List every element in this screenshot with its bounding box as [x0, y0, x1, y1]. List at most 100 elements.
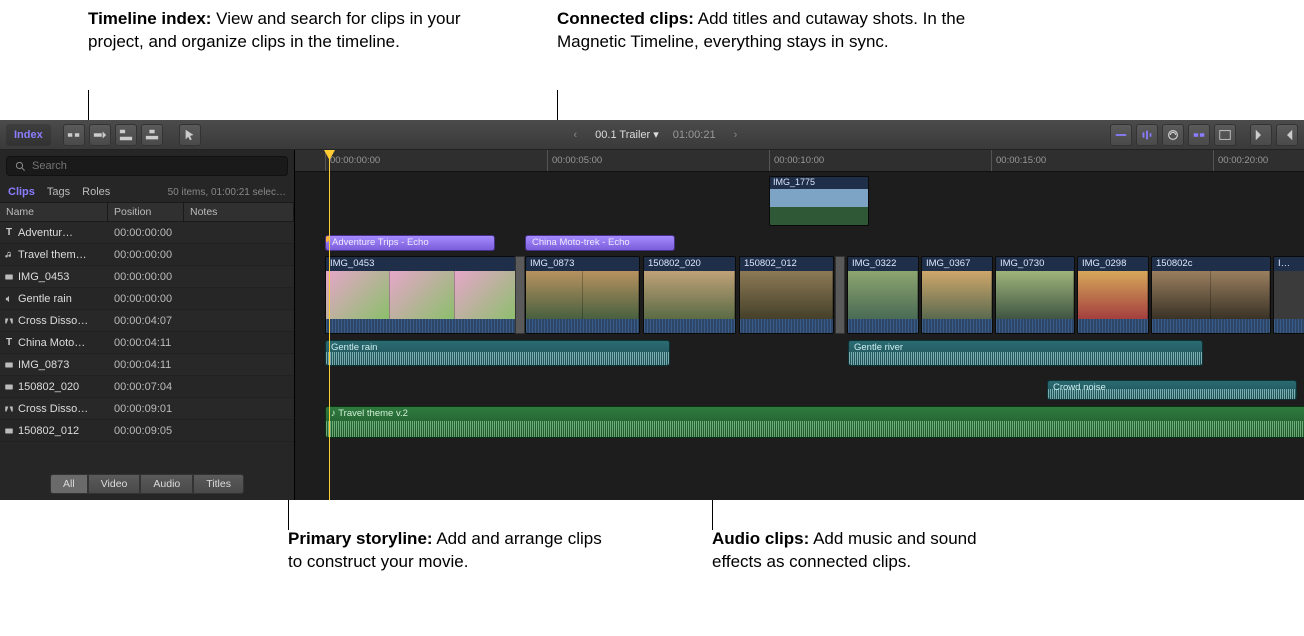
search-icon	[15, 161, 26, 172]
time-ruler[interactable]: 00:00:00:00 00:00:05:00 00:00:10:00 00:00:1…	[295, 150, 1304, 172]
index-row[interactable]: 150802_01200:00:09:05	[0, 420, 294, 442]
col-notes[interactable]: Notes	[184, 203, 294, 221]
row-name: Gentle rain	[18, 293, 108, 305]
audio-skimming-button[interactable]	[1136, 124, 1158, 146]
snapping-button[interactable]	[1188, 124, 1210, 146]
filter-all[interactable]: All	[50, 474, 88, 494]
clip-label: IMG_1775	[770, 177, 868, 189]
ruler-mark: 00:00:10:00	[769, 150, 824, 171]
filter-video[interactable]: Video	[88, 474, 141, 494]
row-icon: T	[0, 337, 18, 348]
primary-clip[interactable]: IMG_0453	[325, 256, 520, 334]
insert-button[interactable]	[63, 124, 85, 146]
primary-clip[interactable]: 150802_020	[643, 256, 736, 334]
row-name: IMG_0873	[18, 359, 108, 371]
next-edit-button[interactable]: ›	[730, 129, 742, 141]
select-tool-button[interactable]	[179, 124, 201, 146]
project-title[interactable]: 00.1 Trailer ▾	[595, 128, 659, 141]
primary-clip[interactable]: 150802_012	[739, 256, 834, 334]
clip-thumbnail	[740, 271, 833, 319]
ruler-mark: 00:00:05:00	[547, 150, 602, 171]
search-input[interactable]	[32, 160, 279, 172]
index-row[interactable]: Cross Disso…00:00:09:01	[0, 398, 294, 420]
index-row[interactable]: TChina Moto…00:00:04:11	[0, 332, 294, 354]
clip-waveform	[740, 319, 833, 333]
row-position: 00:00:00:00	[108, 227, 184, 239]
connect-button[interactable]	[141, 124, 163, 146]
index-row[interactable]: Gentle rain00:00:00:00	[0, 288, 294, 310]
playhead[interactable]	[329, 150, 330, 500]
mark-out-button[interactable]	[1276, 124, 1298, 146]
ruler-mark: 00:00:00:00	[325, 150, 380, 171]
index-row[interactable]: Cross Disso…00:00:04:07	[0, 310, 294, 332]
clip-thumbnail	[848, 271, 918, 319]
audio-clip[interactable]: Crowd noise	[1047, 380, 1297, 400]
row-position: 00:00:04:11	[108, 359, 184, 371]
col-name[interactable]: Name	[0, 203, 108, 221]
index-row[interactable]: IMG_045300:00:00:00	[0, 266, 294, 288]
timeline-index: Clips Tags Roles 50 items, 01:00:21 sele…	[0, 150, 295, 500]
filter-titles[interactable]: Titles	[193, 474, 244, 494]
index-button[interactable]: Index	[6, 124, 51, 146]
index-row[interactable]: TAdventur…00:00:00:00	[0, 222, 294, 244]
clip-waveform	[996, 319, 1074, 333]
clip-appearance-button[interactable]	[1214, 124, 1236, 146]
transition[interactable]	[515, 256, 525, 334]
append-button[interactable]	[89, 124, 111, 146]
primary-clip[interactable]: 150802c	[1151, 256, 1271, 334]
clip-thumbnail	[922, 271, 992, 319]
mark-in-button[interactable]	[1250, 124, 1272, 146]
overwrite-button[interactable]	[115, 124, 137, 146]
row-position: 00:00:09:05	[108, 425, 184, 437]
callout-primary-storyline: Primary storyline: Add and arrange clips…	[288, 528, 618, 574]
solo-button[interactable]	[1162, 124, 1184, 146]
clip-label: 150802c	[1152, 257, 1270, 271]
primary-clip[interactable]: I…	[1273, 256, 1304, 334]
search-field[interactable]	[6, 156, 288, 176]
tab-roles[interactable]: Roles	[82, 186, 110, 198]
row-icon: T	[0, 227, 18, 238]
index-row[interactable]: IMG_087300:00:04:11	[0, 354, 294, 376]
primary-clip[interactable]: IMG_0322	[847, 256, 919, 334]
row-icon	[0, 404, 18, 414]
skimming-button[interactable]	[1110, 124, 1132, 146]
tab-clips[interactable]: Clips	[8, 186, 35, 198]
prev-edit-button[interactable]: ‹	[569, 129, 581, 141]
timeline-toolbar: Index ‹ 00.1 Trailer ▾ 01:00:21 ›	[0, 120, 1304, 150]
row-name: Cross Disso…	[18, 403, 108, 415]
project-duration: 01:00:21	[673, 129, 716, 141]
clip-thumbnail	[526, 271, 639, 319]
row-icon	[0, 426, 18, 436]
primary-clip[interactable]: IMG_0873	[525, 256, 640, 334]
index-row[interactable]: Travel them…00:00:00:00	[0, 244, 294, 266]
col-position[interactable]: Position	[108, 203, 184, 221]
row-position: 00:00:00:00	[108, 293, 184, 305]
clip-waveform	[644, 319, 735, 333]
clip-label: 150802_012	[740, 257, 833, 271]
row-position: 00:00:00:00	[108, 271, 184, 283]
title-clip[interactable]: China Moto-trek - Echo	[525, 235, 675, 251]
primary-clip[interactable]: IMG_0730	[995, 256, 1075, 334]
audio-clip[interactable]: Gentle rain	[325, 340, 670, 366]
clip-label: IMG_0367	[922, 257, 992, 271]
clip-label: IMG_0453	[326, 257, 519, 271]
clip-thumbnail	[1274, 271, 1304, 319]
title-clip[interactable]: Adventure Trips - Echo	[325, 235, 495, 251]
row-icon	[0, 360, 18, 370]
index-count: 50 items, 01:00:21 selec…	[168, 187, 286, 198]
timeline[interactable]: 00:00:00:00 00:00:05:00 00:00:10:00 00:00:1…	[295, 150, 1304, 500]
row-position: 00:00:00:00	[108, 249, 184, 261]
primary-clip[interactable]: IMG_0298	[1077, 256, 1149, 334]
connected-clip[interactable]: IMG_1775	[769, 176, 869, 226]
tab-tags[interactable]: Tags	[47, 186, 70, 198]
timeline-header: ‹ 00.1 Trailer ▾ 01:00:21 ›	[569, 128, 741, 141]
ruler-mark: 00:00:15:00	[991, 150, 1046, 171]
audio-clip[interactable]: Gentle river	[848, 340, 1203, 366]
primary-clip[interactable]: IMG_0367	[921, 256, 993, 334]
row-icon	[0, 382, 18, 392]
transition[interactable]	[835, 256, 845, 334]
filter-audio[interactable]: Audio	[140, 474, 193, 494]
audio-clip[interactable]: ♪ Travel theme v.2	[325, 406, 1304, 438]
lane-titles: Adventure Trips - Echo China Moto-trek - …	[295, 235, 1304, 253]
index-row[interactable]: 150802_02000:00:07:04	[0, 376, 294, 398]
